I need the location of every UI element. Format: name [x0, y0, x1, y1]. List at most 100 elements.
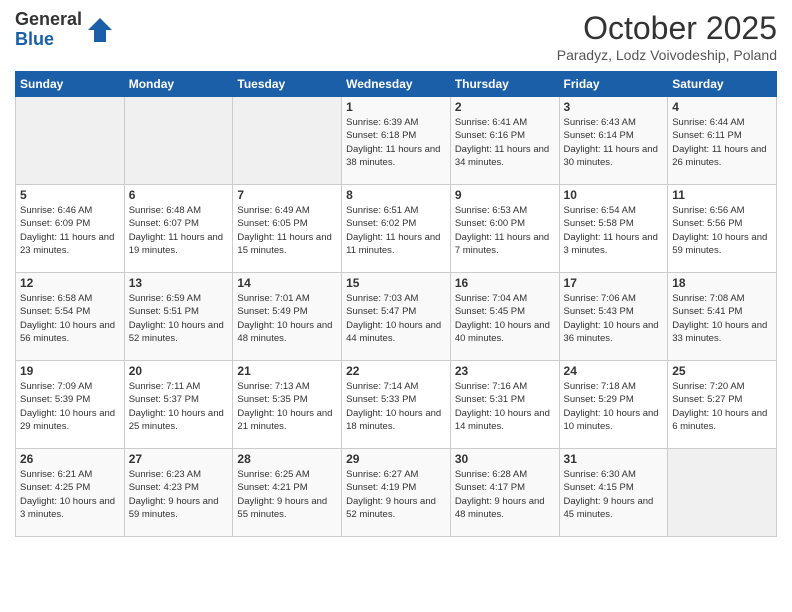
table-row: 14 Sunrise: 7:01 AMSunset: 5:49 PMDayligh… — [233, 273, 342, 361]
day-info: Sunrise: 6:23 AMSunset: 4:23 PMDaylight:… — [129, 468, 229, 521]
table-row: 6 Sunrise: 6:48 AMSunset: 6:07 PMDaylight… — [124, 185, 233, 273]
day-info: Sunrise: 6:54 AMSunset: 5:58 PMDaylight:… — [564, 204, 664, 257]
day-number: 6 — [129, 188, 229, 202]
day-info: Sunrise: 6:56 AMSunset: 5:56 PMDaylight:… — [672, 204, 772, 257]
day-number: 23 — [455, 364, 555, 378]
calendar-table: Sunday Monday Tuesday Wednesday Thursday… — [15, 71, 777, 537]
col-wednesday: Wednesday — [342, 72, 451, 97]
day-info: Sunrise: 7:16 AMSunset: 5:31 PMDaylight:… — [455, 380, 555, 433]
day-info: Sunrise: 6:44 AMSunset: 6:11 PMDaylight:… — [672, 116, 772, 169]
logo-blue: Blue — [15, 30, 82, 50]
table-row: 5 Sunrise: 6:46 AMSunset: 6:09 PMDaylight… — [16, 185, 125, 273]
day-info: Sunrise: 7:18 AMSunset: 5:29 PMDaylight:… — [564, 380, 664, 433]
header: General Blue October 2025 Paradyz, Lodz … — [15, 10, 777, 63]
table-row: 15Sunrise: 7:03 AMSunset: 5:47 PMDayligh… — [342, 273, 451, 361]
title-block: October 2025 Paradyz, Lodz Voivodeship, … — [557, 10, 777, 63]
table-row: 31 Sunrise: 6:30 AMSunset: 4:15 PMDayligh… — [559, 449, 668, 537]
table-row: 9 Sunrise: 6:53 AMSunset: 6:00 PMDaylight… — [450, 185, 559, 273]
table-row: 24 Sunrise: 7:18 AMSunset: 5:29 PMDayligh… — [559, 361, 668, 449]
table-row: 8 Sunrise: 6:51 AMSunset: 6:02 PMDaylight… — [342, 185, 451, 273]
day-info: Sunrise: 6:41 AMSunset: 6:16 PMDaylight:… — [455, 116, 555, 169]
table-row: 27Sunrise: 6:23 AMSunset: 4:23 PMDayligh… — [124, 449, 233, 537]
day-info: Sunrise: 6:27 AMSunset: 4:19 PMDaylight:… — [346, 468, 446, 521]
day-number: 14 — [237, 276, 337, 290]
month-title: October 2025 — [557, 10, 777, 47]
day-info: Sunrise: 7:11 AMSunset: 5:37 PMDaylight:… — [129, 380, 229, 433]
logo-text: General Blue — [15, 10, 82, 50]
day-number: 16 — [455, 276, 555, 290]
logo: General Blue — [15, 10, 114, 50]
table-row: 30 Sunrise: 6:28 AMSunset: 4:17 PMDayligh… — [450, 449, 559, 537]
day-number: 8 — [346, 188, 446, 202]
day-number: 5 — [20, 188, 120, 202]
day-number: 13 — [129, 276, 229, 290]
table-row: 26Sunrise: 6:21 AMSunset: 4:25 PMDayligh… — [16, 449, 125, 537]
day-number: 26 — [20, 452, 120, 466]
day-number: 25 — [672, 364, 772, 378]
day-number: 17 — [564, 276, 664, 290]
day-info: Sunrise: 6:30 AMSunset: 4:15 PMDaylight:… — [564, 468, 664, 521]
table-row: 2 Sunrise: 6:41 AMSunset: 6:16 PMDaylight… — [450, 97, 559, 185]
day-number: 15 — [346, 276, 446, 290]
day-info: Sunrise: 6:53 AMSunset: 6:00 PMDaylight:… — [455, 204, 555, 257]
col-friday: Friday — [559, 72, 668, 97]
logo-icon — [86, 16, 114, 44]
day-number: 31 — [564, 452, 664, 466]
table-row: 4 Sunrise: 6:44 AMSunset: 6:11 PMDaylight… — [668, 97, 777, 185]
col-saturday: Saturday — [668, 72, 777, 97]
day-info: Sunrise: 6:28 AMSunset: 4:17 PMDaylight:… — [455, 468, 555, 521]
day-info: Sunrise: 7:20 AMSunset: 5:27 PMDaylight:… — [672, 380, 772, 433]
day-info: Sunrise: 6:39 AMSunset: 6:18 PMDaylight:… — [346, 116, 446, 169]
table-row: 28 Sunrise: 6:25 AMSunset: 4:21 PMDayligh… — [233, 449, 342, 537]
col-tuesday: Tuesday — [233, 72, 342, 97]
col-sunday: Sunday — [16, 72, 125, 97]
day-info: Sunrise: 6:49 AMSunset: 6:05 PMDaylight:… — [237, 204, 337, 257]
table-row: 12Sunrise: 6:58 AMSunset: 5:54 PMDayligh… — [16, 273, 125, 361]
week-row-3: 19 Sunrise: 7:09 AMSunset: 5:39 PMDayligh… — [16, 361, 777, 449]
week-row-2: 12Sunrise: 6:58 AMSunset: 5:54 PMDayligh… — [16, 273, 777, 361]
day-info: Sunrise: 7:06 AMSunset: 5:43 PMDaylight:… — [564, 292, 664, 345]
day-info: Sunrise: 7:14 AMSunset: 5:33 PMDaylight:… — [346, 380, 446, 433]
day-info: Sunrise: 6:25 AMSunset: 4:21 PMDaylight:… — [237, 468, 337, 521]
table-row — [668, 449, 777, 537]
table-row: 10 Sunrise: 6:54 AMSunset: 5:58 PMDayligh… — [559, 185, 668, 273]
table-row: 1 Sunrise: 6:39 AMSunset: 6:18 PMDaylight… — [342, 97, 451, 185]
table-row: 19 Sunrise: 7:09 AMSunset: 5:39 PMDayligh… — [16, 361, 125, 449]
table-row: 3Sunrise: 6:43 AMSunset: 6:14 PMDaylight… — [559, 97, 668, 185]
day-number: 22 — [346, 364, 446, 378]
day-info: Sunrise: 6:48 AMSunset: 6:07 PMDaylight:… — [129, 204, 229, 257]
week-row-1: 5 Sunrise: 6:46 AMSunset: 6:09 PMDaylight… — [16, 185, 777, 273]
table-row: 16Sunrise: 7:04 AMSunset: 5:45 PMDayligh… — [450, 273, 559, 361]
day-info: Sunrise: 6:59 AMSunset: 5:51 PMDaylight:… — [129, 292, 229, 345]
day-info: Sunrise: 6:58 AMSunset: 5:54 PMDaylight:… — [20, 292, 120, 345]
day-number: 1 — [346, 100, 446, 114]
day-info: Sunrise: 7:08 AMSunset: 5:41 PMDaylight:… — [672, 292, 772, 345]
day-number: 10 — [564, 188, 664, 202]
table-row: 13 Sunrise: 6:59 AMSunset: 5:51 PMDayligh… — [124, 273, 233, 361]
day-info: Sunrise: 7:09 AMSunset: 5:39 PMDaylight:… — [20, 380, 120, 433]
table-row: 18Sunrise: 7:08 AMSunset: 5:41 PMDayligh… — [668, 273, 777, 361]
table-row: 21Sunrise: 7:13 AMSunset: 5:35 PMDayligh… — [233, 361, 342, 449]
subtitle: Paradyz, Lodz Voivodeship, Poland — [557, 47, 777, 63]
table-row: 22 Sunrise: 7:14 AMSunset: 5:33 PMDayligh… — [342, 361, 451, 449]
table-row: 11 Sunrise: 6:56 AMSunset: 5:56 PMDayligh… — [668, 185, 777, 273]
day-number: 11 — [672, 188, 772, 202]
week-row-4: 26Sunrise: 6:21 AMSunset: 4:25 PMDayligh… — [16, 449, 777, 537]
day-number: 19 — [20, 364, 120, 378]
table-row: 29Sunrise: 6:27 AMSunset: 4:19 PMDayligh… — [342, 449, 451, 537]
day-number: 30 — [455, 452, 555, 466]
day-number: 20 — [129, 364, 229, 378]
day-number: 9 — [455, 188, 555, 202]
day-info: Sunrise: 6:51 AMSunset: 6:02 PMDaylight:… — [346, 204, 446, 257]
col-thursday: Thursday — [450, 72, 559, 97]
day-number: 4 — [672, 100, 772, 114]
day-info: Sunrise: 7:01 AMSunset: 5:49 PMDaylight:… — [237, 292, 337, 345]
day-info: Sunrise: 6:43 AMSunset: 6:14 PMDaylight:… — [564, 116, 664, 169]
calendar-header-row: Sunday Monday Tuesday Wednesday Thursday… — [16, 72, 777, 97]
day-number: 28 — [237, 452, 337, 466]
day-info: Sunrise: 6:46 AMSunset: 6:09 PMDaylight:… — [20, 204, 120, 257]
table-row — [233, 97, 342, 185]
table-row: 23 Sunrise: 7:16 AMSunset: 5:31 PMDayligh… — [450, 361, 559, 449]
day-number: 2 — [455, 100, 555, 114]
day-number: 24 — [564, 364, 664, 378]
